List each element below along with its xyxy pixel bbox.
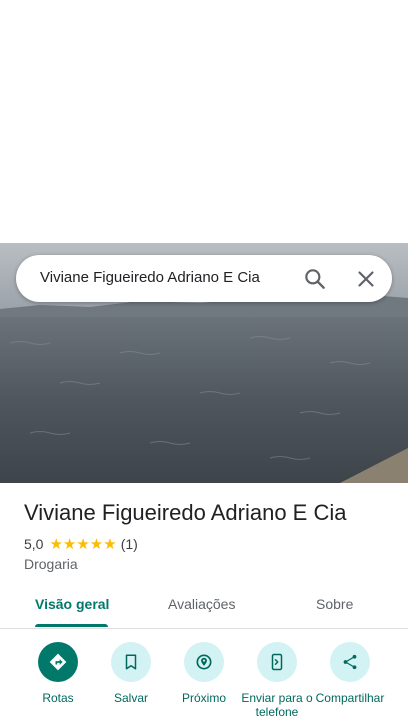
nearby-label: Próximo — [181, 691, 226, 705]
tab-overview[interactable]: Visão geral — [35, 596, 109, 612]
search-input[interactable]: Viviane Figueiredo Adriano E Cia — [40, 269, 260, 286]
save-label: Salvar — [113, 691, 148, 705]
share-icon — [330, 642, 370, 682]
send-to-phone-label: Enviar para o telefone — [241, 691, 313, 719]
nearby-button[interactable]: Próximo — [164, 642, 244, 705]
send-to-phone-icon — [257, 642, 297, 682]
tab-bar: Visão geral Avaliações Sobre — [0, 585, 408, 629]
nearby-icon — [184, 642, 224, 682]
directions-label: Rotas — [42, 691, 74, 705]
search-bar[interactable]: Viviane Figueiredo Adriano E Cia — [16, 255, 392, 302]
share-button[interactable]: Compartilhar — [310, 642, 390, 705]
directions-button[interactable]: Rotas — [18, 642, 98, 705]
star-rating-icon: ★★★★★ — [49, 536, 117, 553]
bookmark-icon — [111, 642, 151, 682]
reviews-count[interactable]: (1) — [121, 536, 138, 552]
search-icon[interactable] — [302, 266, 328, 292]
active-tab-indicator — [35, 624, 108, 627]
share-label: Compartilhar — [315, 691, 385, 705]
send-to-phone-button[interactable]: Enviar para o telefone — [237, 642, 317, 719]
rating-value: 5,0 — [24, 536, 44, 552]
directions-icon — [38, 642, 78, 682]
save-button[interactable]: Salvar — [91, 642, 171, 705]
tab-reviews[interactable]: Avaliações — [168, 596, 235, 612]
tab-about[interactable]: Sobre — [316, 596, 353, 612]
place-title: Viviane Figueiredo Adriano E Cia — [24, 500, 347, 525]
rating-row[interactable]: 5,0 ★★★★★ (1) — [24, 535, 138, 553]
close-icon[interactable] — [353, 266, 379, 292]
place-category: Drogaria — [24, 556, 78, 572]
